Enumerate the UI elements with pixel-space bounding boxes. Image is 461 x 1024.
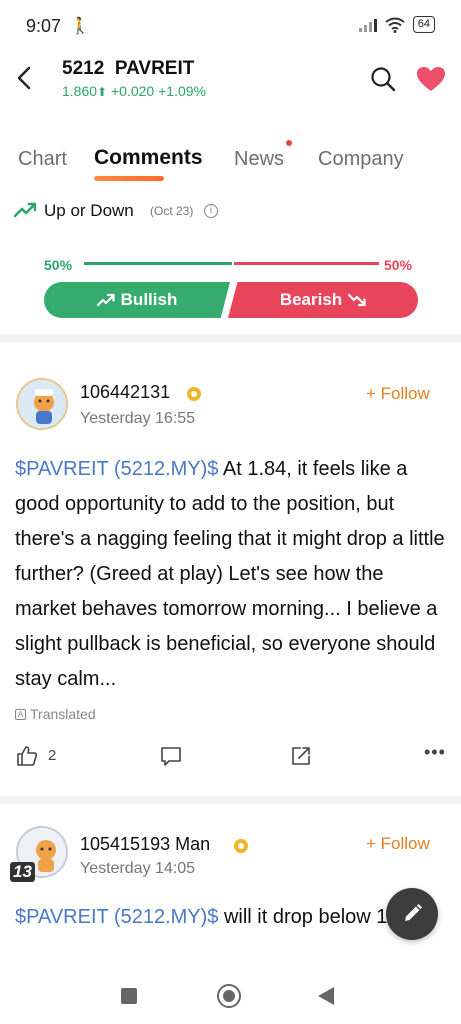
post-body: $PAVREIT (5212.MY)$ will it drop below 1… xyxy=(15,900,447,935)
bearish-percent: 50% xyxy=(384,257,413,273)
system-nav-bar xyxy=(0,972,461,1024)
news-notification-dot xyxy=(286,140,292,146)
up-arrow-icon: ⬆ xyxy=(97,85,108,99)
bullish-label: Bullish xyxy=(120,290,178,309)
status-time: 9:07 xyxy=(26,16,62,36)
stock-change-pct: +1.09% xyxy=(158,83,206,99)
bullish-bar xyxy=(84,262,232,265)
signal-icon xyxy=(358,18,377,32)
favorite-heart-icon[interactable] xyxy=(416,66,446,92)
battery-indicator: 64 xyxy=(412,16,435,33)
stock-code: 5212 xyxy=(62,58,105,79)
tab-news[interactable]: News xyxy=(234,148,284,171)
pencil-icon xyxy=(405,904,422,921)
translated-indicator: A Translated xyxy=(15,706,96,722)
compose-button[interactable] xyxy=(386,888,438,940)
back-button[interactable] xyxy=(318,987,334,1005)
post-time: Yesterday 14:05 xyxy=(80,860,196,877)
more-options-icon[interactable]: ••• xyxy=(424,742,446,763)
comment-post: 106442131 Yesterday 16:55 + Follow $PAVR… xyxy=(0,342,461,796)
like-icon[interactable] xyxy=(16,745,38,767)
level-badge: 13 xyxy=(10,862,35,882)
tab-comments[interactable]: Comments xyxy=(94,146,203,170)
active-tab-indicator xyxy=(94,176,164,181)
post-text: At 1.84, it feels like a good opportunit… xyxy=(15,458,445,690)
verified-badge-icon xyxy=(234,839,248,853)
verified-badge-icon xyxy=(187,387,201,401)
home-button[interactable] xyxy=(217,984,241,1008)
back-arrow-icon[interactable] xyxy=(14,66,34,90)
share-icon[interactable] xyxy=(290,745,312,767)
status-icons: 64 xyxy=(358,16,435,33)
tab-company[interactable]: Company xyxy=(318,148,404,171)
search-icon[interactable] xyxy=(370,66,396,92)
trend-up-icon xyxy=(14,202,36,218)
username[interactable]: 105415193 Man xyxy=(80,834,210,855)
up-or-down-vote: Up or Down (Oct 23) i 50% 50% Bullish Be… xyxy=(0,196,461,336)
section-divider xyxy=(0,796,461,804)
stock-price: 1.860 xyxy=(62,83,98,99)
follow-button[interactable]: + Follow xyxy=(366,384,430,404)
section-divider xyxy=(0,334,461,342)
stock-header: 5212 PAVREIT 1.860⬆ +0.020 +1.09% xyxy=(0,52,461,122)
avatar[interactable] xyxy=(16,378,68,430)
stock-quote: 1.860⬆ +0.020 +1.09% xyxy=(62,83,206,99)
bearish-bar xyxy=(234,262,379,265)
ticker-link[interactable]: $PAVREIT (5212.MY)$ xyxy=(15,458,218,480)
recents-button[interactable] xyxy=(121,988,137,1004)
vote-date: (Oct 23) xyxy=(150,204,194,218)
wifi-icon xyxy=(385,17,405,33)
comment-post: 13 105415193 Man Yesterday 14:05 + Follo… xyxy=(0,804,461,972)
post-body: $PAVREIT (5212.MY)$ At 1.84, it feels li… xyxy=(15,452,447,697)
translate-icon: A xyxy=(15,708,26,720)
comment-icon[interactable] xyxy=(160,745,182,767)
like-count: 2 xyxy=(48,747,57,764)
bearish-label: Bearish xyxy=(279,290,343,309)
bullish-arrow-icon xyxy=(96,293,115,307)
activity-icon: 🚶 xyxy=(70,18,90,35)
stock-title: 5212 PAVREIT xyxy=(62,58,194,80)
post-time: Yesterday 16:55 xyxy=(80,410,196,427)
bullish-percent: 50% xyxy=(44,257,73,273)
status-bar: 9:07 🚶 64 xyxy=(0,0,461,52)
avatar-image xyxy=(18,380,66,428)
username[interactable]: 106442131 xyxy=(80,382,170,403)
bearish-button[interactable]: Bearish xyxy=(228,282,418,318)
follow-button[interactable]: + Follow xyxy=(366,834,430,854)
bearish-arrow-icon xyxy=(348,293,366,307)
translated-label: Translated xyxy=(30,706,96,722)
stock-name: PAVREIT xyxy=(114,58,195,79)
info-icon[interactable]: i xyxy=(204,204,218,218)
tab-bar: Chart Comments News Company xyxy=(0,140,461,184)
bullish-button[interactable]: Bullish xyxy=(44,282,230,318)
vote-title: Up or Down xyxy=(44,201,134,220)
stock-change: +0.020 xyxy=(111,83,155,99)
tab-chart[interactable]: Chart xyxy=(18,148,67,171)
ticker-link[interactable]: $PAVREIT (5212.MY)$ xyxy=(15,906,218,928)
